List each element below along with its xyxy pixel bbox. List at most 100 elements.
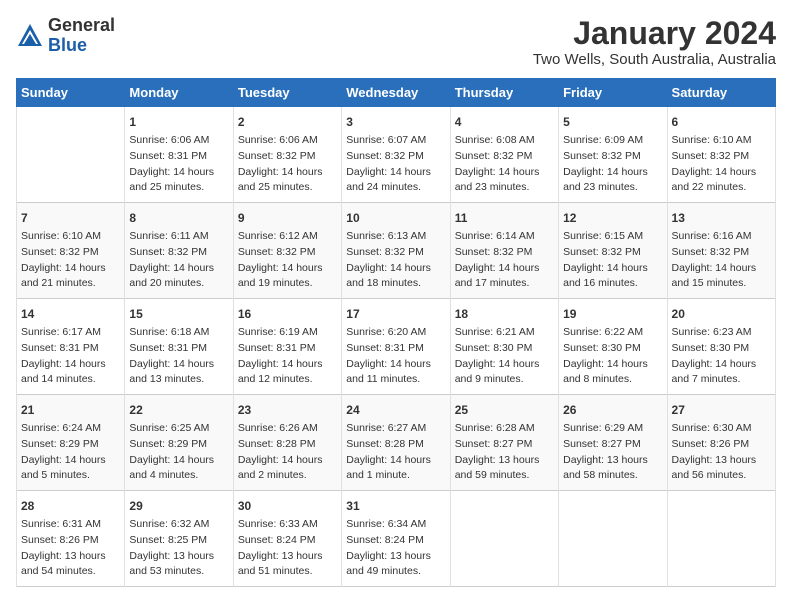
cell-content: Sunrise: 6:25 AM Sunset: 8:29 PM Dayligh… — [129, 421, 228, 484]
calendar-cell: 26 Sunrise: 6:29 AM Sunset: 8:27 PM Dayli… — [559, 395, 667, 491]
weekday-header-thursday: Thursday — [450, 79, 558, 107]
day-number: 3 — [346, 113, 445, 131]
calendar-cell — [450, 491, 558, 587]
calendar-row: 1 Sunrise: 6:06 AM Sunset: 8:31 PM Daylig… — [17, 107, 776, 203]
weekday-header-sunday: Sunday — [17, 79, 125, 107]
cell-content: Sunrise: 6:11 AM Sunset: 8:32 PM Dayligh… — [129, 229, 228, 292]
calendar-cell: 21Sunrise: 6:24 AM Sunset: 8:29 PM Dayli… — [17, 395, 125, 491]
calendar-cell: 29 Sunrise: 6:32 AM Sunset: 8:25 PM Dayli… — [125, 491, 233, 587]
cell-content: Sunrise: 6:29 AM Sunset: 8:27 PM Dayligh… — [563, 421, 662, 484]
calendar-cell: 25 Sunrise: 6:28 AM Sunset: 8:27 PM Dayli… — [450, 395, 558, 491]
cell-content: Sunrise: 6:28 AM Sunset: 8:27 PM Dayligh… — [455, 421, 554, 484]
calendar-cell: 16 Sunrise: 6:19 AM Sunset: 8:31 PM Dayli… — [233, 299, 341, 395]
logo: General Blue — [16, 16, 115, 56]
calendar-cell: 20 Sunrise: 6:23 AM Sunset: 8:30 PM Dayli… — [667, 299, 775, 395]
day-number: 4 — [455, 113, 554, 131]
day-number: 22 — [129, 401, 228, 419]
calendar-cell: 2Sunrise: 6:06 AM Sunset: 8:32 PM Daylig… — [233, 107, 341, 203]
day-number: 16 — [238, 305, 337, 323]
calendar-cell: 17 Sunrise: 6:20 AM Sunset: 8:31 PM Dayli… — [342, 299, 450, 395]
cell-content: Sunrise: 6:14 AM Sunset: 8:32 PM Dayligh… — [455, 229, 554, 292]
calendar-cell: 30 Sunrise: 6:33 AM Sunset: 8:24 PM Dayli… — [233, 491, 341, 587]
cell-content: Sunrise: 6:30 AM Sunset: 8:26 PM Dayligh… — [672, 421, 771, 484]
day-number: 31 — [346, 497, 445, 515]
cell-content: Sunrise: 6:34 AM Sunset: 8:24 PM Dayligh… — [346, 517, 445, 580]
calendar-cell: 11 Sunrise: 6:14 AM Sunset: 8:32 PM Dayli… — [450, 203, 558, 299]
calendar-cell: 10 Sunrise: 6:13 AM Sunset: 8:32 PM Dayli… — [342, 203, 450, 299]
cell-content: Sunrise: 6:15 AM Sunset: 8:32 PM Dayligh… — [563, 229, 662, 292]
calendar-cell: 8 Sunrise: 6:11 AM Sunset: 8:32 PM Daylig… — [125, 203, 233, 299]
logo-text: General Blue — [48, 16, 115, 56]
cell-content: Sunrise: 6:31 AM Sunset: 8:26 PM Dayligh… — [21, 517, 120, 580]
cell-content: Sunrise: 6:21 AM Sunset: 8:30 PM Dayligh… — [455, 325, 554, 388]
cell-content: Sunrise: 6:22 AM Sunset: 8:30 PM Dayligh… — [563, 325, 662, 388]
cell-content: Sunrise: 6:32 AM Sunset: 8:25 PM Dayligh… — [129, 517, 228, 580]
cell-content: Sunrise: 6:24 AM Sunset: 8:29 PM Dayligh… — [21, 421, 120, 484]
day-number: 6 — [672, 113, 771, 131]
calendar-cell: 5 Sunrise: 6:09 AM Sunset: 8:32 PM Daylig… — [559, 107, 667, 203]
day-number: 25 — [455, 401, 554, 419]
cell-content: Sunrise: 6:09 AM Sunset: 8:32 PM Dayligh… — [563, 133, 662, 196]
day-number: 26 — [563, 401, 662, 419]
calendar-cell: 7Sunrise: 6:10 AM Sunset: 8:32 PM Daylig… — [17, 203, 125, 299]
calendar-cell: 31 Sunrise: 6:34 AM Sunset: 8:24 PM Dayli… — [342, 491, 450, 587]
cell-content: Sunrise: 6:06 AM Sunset: 8:32 PM Dayligh… — [238, 133, 337, 196]
calendar-cell — [667, 491, 775, 587]
day-number: 8 — [129, 209, 228, 227]
cell-content: Sunrise: 6:20 AM Sunset: 8:31 PM Dayligh… — [346, 325, 445, 388]
day-number: 30 — [238, 497, 337, 515]
calendar-cell: 19 Sunrise: 6:22 AM Sunset: 8:30 PM Dayli… — [559, 299, 667, 395]
day-number: 10 — [346, 209, 445, 227]
calendar-cell: 6 Sunrise: 6:10 AM Sunset: 8:32 PM Daylig… — [667, 107, 775, 203]
title-section: January 2024 Two Wells, South Australia,… — [533, 16, 776, 68]
calendar-cell: 23 Sunrise: 6:26 AM Sunset: 8:28 PM Dayli… — [233, 395, 341, 491]
calendar-cell — [17, 107, 125, 203]
cell-content: Sunrise: 6:19 AM Sunset: 8:31 PM Dayligh… — [238, 325, 337, 388]
calendar-cell: 12Sunrise: 6:15 AM Sunset: 8:32 PM Dayli… — [559, 203, 667, 299]
cell-content: Sunrise: 6:23 AM Sunset: 8:30 PM Dayligh… — [672, 325, 771, 388]
calendar-cell: 27 Sunrise: 6:30 AM Sunset: 8:26 PM Dayli… — [667, 395, 775, 491]
calendar-cell: 22 Sunrise: 6:25 AM Sunset: 8:29 PM Dayli… — [125, 395, 233, 491]
calendar-cell: 9 Sunrise: 6:12 AM Sunset: 8:32 PM Daylig… — [233, 203, 341, 299]
day-number: 24 — [346, 401, 445, 419]
weekday-header-wednesday: Wednesday — [342, 79, 450, 107]
day-number: 18 — [455, 305, 554, 323]
weekday-header-saturday: Saturday — [667, 79, 775, 107]
cell-content: Sunrise: 6:13 AM Sunset: 8:32 PM Dayligh… — [346, 229, 445, 292]
day-number: 17 — [346, 305, 445, 323]
day-number: 1 — [129, 113, 228, 131]
day-number: 19 — [563, 305, 662, 323]
cell-content: Sunrise: 6:10 AM Sunset: 8:32 PM Dayligh… — [672, 133, 771, 196]
day-number: 20 — [672, 305, 771, 323]
calendar-cell: 3Sunrise: 6:07 AM Sunset: 8:32 PM Daylig… — [342, 107, 450, 203]
calendar-cell: 14 Sunrise: 6:17 AM Sunset: 8:31 PM Dayli… — [17, 299, 125, 395]
cell-content: Sunrise: 6:17 AM Sunset: 8:31 PM Dayligh… — [21, 325, 120, 388]
cell-content: Sunrise: 6:08 AM Sunset: 8:32 PM Dayligh… — [455, 133, 554, 196]
cell-content: Sunrise: 6:33 AM Sunset: 8:24 PM Dayligh… — [238, 517, 337, 580]
day-number: 15 — [129, 305, 228, 323]
weekday-header-row: SundayMondayTuesdayWednesdayThursdayFrid… — [17, 79, 776, 107]
day-number: 14 — [21, 305, 120, 323]
logo-general: General — [48, 16, 115, 36]
calendar-table: SundayMondayTuesdayWednesdayThursdayFrid… — [16, 78, 776, 587]
day-number: 13 — [672, 209, 771, 227]
calendar-cell: 24Sunrise: 6:27 AM Sunset: 8:28 PM Dayli… — [342, 395, 450, 491]
day-number: 28 — [21, 497, 120, 515]
day-number: 11 — [455, 209, 554, 227]
subtitle: Two Wells, South Australia, Australia — [533, 51, 776, 68]
cell-content: Sunrise: 6:16 AM Sunset: 8:32 PM Dayligh… — [672, 229, 771, 292]
calendar-row: 21Sunrise: 6:24 AM Sunset: 8:29 PM Dayli… — [17, 395, 776, 491]
calendar-row: 7Sunrise: 6:10 AM Sunset: 8:32 PM Daylig… — [17, 203, 776, 299]
cell-content: Sunrise: 6:26 AM Sunset: 8:28 PM Dayligh… — [238, 421, 337, 484]
weekday-header-friday: Friday — [559, 79, 667, 107]
calendar-cell — [559, 491, 667, 587]
day-number: 9 — [238, 209, 337, 227]
day-number: 29 — [129, 497, 228, 515]
day-number: 27 — [672, 401, 771, 419]
cell-content: Sunrise: 6:12 AM Sunset: 8:32 PM Dayligh… — [238, 229, 337, 292]
calendar-cell: 15Sunrise: 6:18 AM Sunset: 8:31 PM Dayli… — [125, 299, 233, 395]
day-number: 23 — [238, 401, 337, 419]
day-number: 5 — [563, 113, 662, 131]
weekday-header-monday: Monday — [125, 79, 233, 107]
cell-content: Sunrise: 6:06 AM Sunset: 8:31 PM Dayligh… — [129, 133, 228, 196]
